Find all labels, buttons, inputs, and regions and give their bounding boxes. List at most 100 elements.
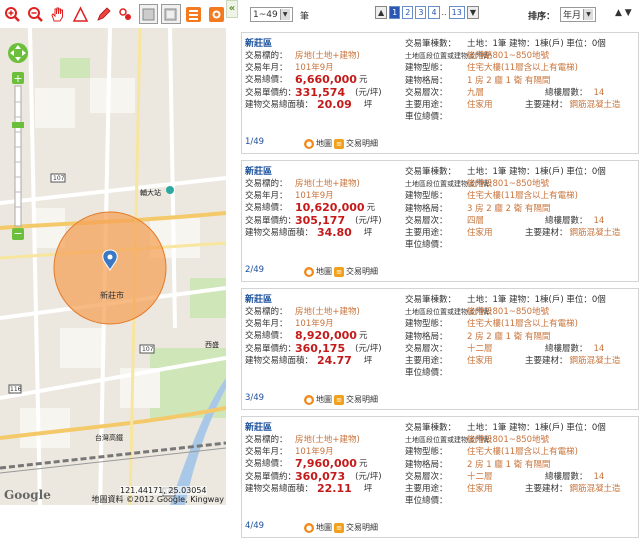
- label-material: 主要建材：: [525, 356, 568, 367]
- label-layout: 建物格局：: [405, 203, 448, 214]
- map-pin-icon[interactable]: ●: [304, 266, 314, 277]
- page-1-button[interactable]: 1: [389, 6, 401, 19]
- unit-yuan: 元: [358, 331, 368, 342]
- record-card[interactable]: 新莊區 交易標的： 房地(土地+建物) 交易年月： 101年9月 交易總價： 10,6…: [241, 160, 639, 282]
- detail-list-icon[interactable]: ≡: [334, 522, 344, 533]
- record-use: 住家用: [467, 100, 493, 111]
- record-floor: 十二層: [467, 343, 493, 354]
- google-logo: Google: [4, 488, 51, 502]
- map-pin-icon[interactable]: ●: [304, 522, 314, 533]
- street-view-icon[interactable]: [116, 4, 136, 24]
- label-material: 主要建材：: [525, 228, 568, 239]
- unit-per-ping: (元/坪): [355, 471, 382, 482]
- record-type: 房地(土地+建物): [295, 51, 360, 61]
- label-total: 交易總價：: [245, 203, 288, 214]
- next-page-button[interactable]: ▼: [466, 6, 479, 19]
- label-btype: 建物型態：: [405, 191, 448, 202]
- label-floor: 交易層次：: [405, 87, 448, 98]
- record-material: 鋼筋混凝土造: [569, 484, 621, 495]
- record-layout: 2 房 1 廳 1 衛 有隔間: [467, 459, 551, 470]
- sort-select[interactable]: 年月 ▼: [560, 7, 597, 22]
- label-ym: 交易年月：: [245, 319, 288, 330]
- record-unit-price: 331,574: [295, 85, 346, 99]
- label-unit-price: 交易單價約：: [245, 87, 297, 98]
- map-link[interactable]: 地圖: [316, 394, 332, 405]
- unit-ping: 坪: [363, 227, 373, 238]
- detail-list-icon[interactable]: ≡: [334, 266, 344, 277]
- label-floor: 交易層次：: [405, 343, 448, 354]
- record-area: 24.77: [317, 353, 352, 367]
- record-total: 6,660,000: [295, 73, 357, 87]
- record-floor: 十二層: [467, 471, 493, 482]
- record-count: 土地：1筆 建物：1棟(戶) 車位：0個: [467, 423, 606, 433]
- sort-direction-buttons[interactable]: ▲ ▼: [615, 8, 632, 18]
- detail-link[interactable]: 交易明細: [346, 522, 378, 533]
- label-use: 主要用途：: [405, 228, 448, 239]
- label-addr: 土地區段位置或建物區門牌：: [405, 180, 496, 189]
- record-district[interactable]: 新莊區: [245, 294, 395, 306]
- range-select[interactable]: 1~49 ▼: [250, 7, 293, 22]
- logo-icon[interactable]: [206, 4, 226, 24]
- map-canvas[interactable]: 107 107 116 108 輔大站 新莊市 西盛 台灣高鐵 + − Goog…: [0, 28, 226, 505]
- record-district[interactable]: 新莊區: [245, 38, 395, 50]
- detail-link[interactable]: 交易明細: [346, 138, 378, 149]
- map-link[interactable]: 地圖: [316, 138, 332, 149]
- list-toolbar: 1~49 ▼ 筆 ▲ 1 2 3 4 .. 13 ▼ 排序： 年月 ▼ ▲ ▼: [240, 0, 640, 28]
- record-card[interactable]: 新莊區 交易標的： 房地(土地+建物) 交易年月： 101年9月 交易總價： 7,96…: [241, 416, 639, 538]
- record-btype: 住宅大樓(11層含以上有電梯): [467, 447, 578, 458]
- svg-text:107: 107: [53, 175, 65, 182]
- map-pin-icon[interactable]: ●: [304, 138, 314, 149]
- prev-page-button[interactable]: ▲: [375, 6, 388, 19]
- record-district[interactable]: 新莊區: [245, 422, 395, 434]
- zoom-in-icon[interactable]: [3, 4, 23, 24]
- detail-link[interactable]: 交易明細: [346, 266, 378, 277]
- app-window: « 107 107 116 輔大站 新莊市 西盛 台灣高鐵 + − Google…: [0, 0, 640, 547]
- page-2-button[interactable]: 2: [402, 6, 414, 19]
- unit-yuan: 元: [358, 75, 368, 86]
- detail-list-icon[interactable]: ≡: [334, 138, 344, 149]
- detail-link[interactable]: 交易明細: [346, 394, 378, 405]
- pagination-dots: ..: [441, 8, 447, 17]
- record-floor: 九層: [467, 87, 485, 98]
- map-link[interactable]: 地圖: [316, 522, 332, 533]
- record-district[interactable]: 新莊區: [245, 166, 395, 178]
- record-type: 房地(土地+建物): [295, 435, 360, 445]
- map-toolbar: [0, 0, 226, 28]
- layer-icon[interactable]: [138, 4, 159, 24]
- record-area: 20.09: [317, 97, 352, 111]
- svg-text:116: 116: [10, 386, 22, 393]
- record-count: 土地：1筆 建物：1棟(戶) 車位：0個: [467, 295, 606, 305]
- record-area: 34.80: [317, 225, 352, 239]
- page-4-button[interactable]: 4: [428, 6, 440, 19]
- pan-hand-icon[interactable]: [48, 4, 68, 24]
- collapse-panel-button[interactable]: «: [226, 0, 238, 18]
- record-card[interactable]: 新莊區 交易標的： 房地(土地+建物) 交易年月： 101年9月 交易總價： 6,66…: [241, 32, 639, 154]
- label-unit-price: 交易單價約：: [245, 343, 297, 354]
- label-material: 主要建材：: [525, 484, 568, 495]
- label-type: 交易標的：: [245, 307, 288, 317]
- label-area: 建物交易總面積：: [245, 483, 314, 494]
- label-layout: 建物格局：: [405, 459, 448, 470]
- record-card[interactable]: 新莊區 交易標的： 房地(土地+建物) 交易年月： 101年9月 交易總價： 8,92…: [241, 288, 639, 410]
- record-type: 房地(土地+建物): [295, 307, 360, 317]
- label-addr: 土地區段位置或建物區門牌：: [405, 308, 496, 317]
- map-link[interactable]: 地圖: [316, 266, 332, 277]
- label-total-floor: 總樓層數：: [545, 343, 588, 354]
- map-zoom-control[interactable]: + −: [7, 42, 29, 242]
- pencil-icon[interactable]: [93, 4, 113, 24]
- range-unit: 筆: [300, 12, 310, 22]
- chart-icon[interactable]: [184, 4, 204, 24]
- record-index: 1/49: [245, 137, 265, 147]
- measure-triangle-icon[interactable]: [71, 4, 91, 24]
- pagination: ▲ 1 2 3 4 .. 13 ▼: [375, 6, 479, 19]
- zoom-out-icon[interactable]: [26, 4, 46, 24]
- label-use: 主要用途：: [405, 484, 448, 495]
- layer2-icon[interactable]: [161, 4, 181, 24]
- label-parking: 車位總價：: [405, 112, 448, 123]
- unit-per-ping: (元/坪): [355, 343, 382, 354]
- page-3-button[interactable]: 3: [415, 6, 427, 19]
- map-pin-icon[interactable]: ●: [304, 394, 314, 405]
- detail-list-icon[interactable]: ≡: [334, 394, 344, 405]
- page-last-button[interactable]: 13: [448, 6, 465, 19]
- map-label-xinzhuang: 新莊市: [100, 291, 124, 300]
